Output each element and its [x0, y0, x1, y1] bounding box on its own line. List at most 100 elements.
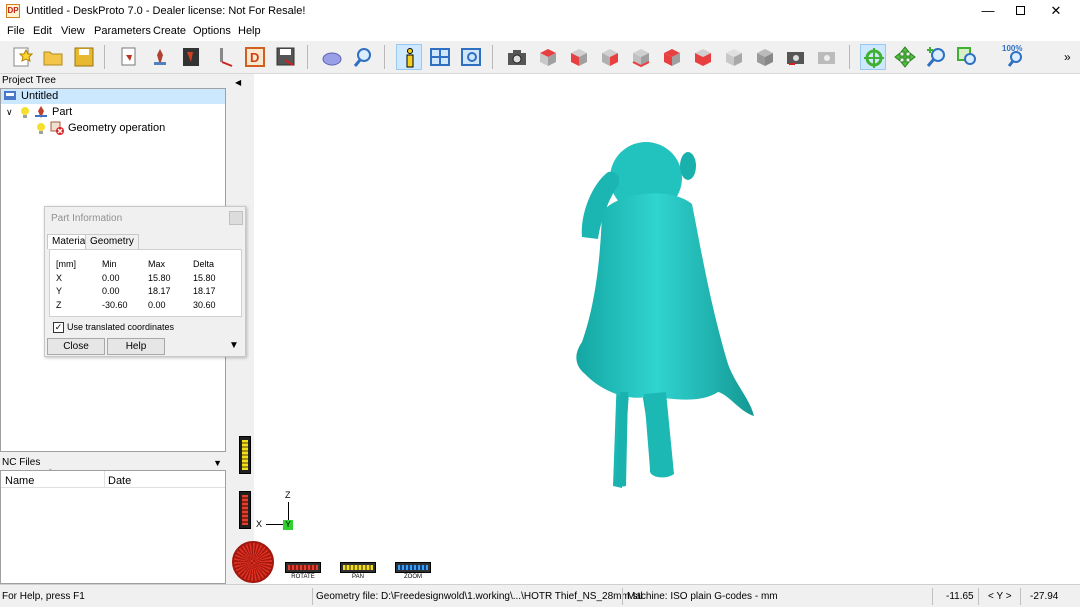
- preview-button[interactable]: [350, 44, 376, 70]
- cube-right-icon: [602, 49, 618, 66]
- operation-button[interactable]: D: [242, 44, 268, 70]
- lightbulb-icon[interactable]: [20, 106, 30, 119]
- rotate-mode-button[interactable]: [860, 44, 886, 70]
- table-cell: 0.00: [102, 286, 120, 296]
- axis-x-label: X: [256, 519, 263, 529]
- lightbulb-icon[interactable]: [36, 122, 46, 135]
- toolbar-overflow-icon[interactable]: »: [1064, 50, 1071, 64]
- column-date[interactable]: Date: [108, 475, 131, 487]
- menu-file[interactable]: File: [7, 25, 25, 37]
- view-front-button[interactable]: [566, 44, 592, 70]
- tree-item-part[interactable]: ∨ Part: [1, 105, 225, 120]
- bitmap-icon: [183, 48, 199, 66]
- nc-files-dropdown-icon[interactable]: ▼: [213, 456, 222, 470]
- view-bottom-button[interactable]: [690, 44, 716, 70]
- tree-item-label: Untitled: [21, 90, 59, 102]
- dialog-close-icon[interactable]: [229, 211, 243, 225]
- tab-geometry[interactable]: Geometry: [85, 234, 139, 249]
- next-view-button[interactable]: [814, 44, 840, 70]
- nc-files-list: Name ˇ Date: [0, 468, 226, 584]
- view-right-button[interactable]: [597, 44, 623, 70]
- status-help: For Help, press F1: [2, 591, 85, 602]
- table-header: Max: [148, 259, 166, 269]
- view-settings-button[interactable]: [458, 44, 484, 70]
- menu-options[interactable]: Options: [193, 25, 231, 37]
- title-bar: DP Untitled - DeskProto 7.0 - Dealer lic…: [0, 0, 1080, 23]
- part-icon: [154, 49, 166, 65]
- view-iso2-button[interactable]: [752, 44, 778, 70]
- load-geometry-button[interactable]: [116, 44, 142, 70]
- view-left-button[interactable]: [659, 44, 685, 70]
- camera-icon: [508, 50, 526, 65]
- cube-left-icon: [664, 49, 680, 66]
- zoom-100-button[interactable]: 100%: [1002, 44, 1028, 70]
- menu-help[interactable]: Help: [238, 25, 261, 37]
- view-top-button[interactable]: [535, 44, 561, 70]
- tool-button[interactable]: [210, 44, 236, 70]
- part-info-button[interactable]: [396, 44, 422, 70]
- new-project-button[interactable]: [9, 44, 35, 70]
- pan-bar[interactable]: [340, 562, 376, 573]
- menu-view[interactable]: View: [61, 25, 85, 37]
- pan-slider[interactable]: [239, 436, 251, 474]
- zoom-mode-button[interactable]: [923, 44, 949, 70]
- camera-forward-icon: [818, 52, 835, 64]
- maximize-button[interactable]: [1002, 0, 1038, 23]
- previous-view-button[interactable]: [783, 44, 809, 70]
- zoom-icon: [926, 47, 945, 67]
- save-project-button[interactable]: [71, 44, 97, 70]
- rotate-bar[interactable]: [285, 562, 321, 573]
- minimize-button[interactable]: —: [970, 0, 1006, 23]
- menu-edit[interactable]: Edit: [33, 25, 52, 37]
- column-name[interactable]: Name: [5, 475, 34, 487]
- info-icon: [406, 48, 414, 68]
- table-cell: 15.80: [148, 273, 171, 283]
- maximize-icon: [1015, 6, 1025, 15]
- menu-create[interactable]: Create: [153, 25, 186, 37]
- simulation-icon: [322, 52, 342, 66]
- translated-coordinates-checkbox[interactable]: ✓: [53, 322, 64, 333]
- pan-mode-button[interactable]: [892, 44, 918, 70]
- simulation-button[interactable]: [319, 44, 345, 70]
- collapse-chevron-icon[interactable]: ∨: [6, 105, 13, 120]
- rotate-dial[interactable]: [232, 541, 274, 583]
- magnifier-preview-icon: [353, 48, 371, 67]
- save-nc-button[interactable]: [273, 44, 299, 70]
- model-render: [576, 142, 754, 488]
- app-icon: DP: [6, 4, 20, 18]
- bitmap-button[interactable]: [178, 44, 204, 70]
- status-y-coordinate: -27.94: [1030, 591, 1059, 602]
- camera-back-icon: [787, 52, 804, 65]
- cube-back-icon: [632, 49, 650, 68]
- rotate-slider[interactable]: [239, 491, 251, 529]
- tree-item-project[interactable]: Untitled: [1, 89, 225, 104]
- close-button[interactable]: Close: [47, 338, 105, 355]
- close-button[interactable]: ✕: [1038, 0, 1074, 23]
- table-cell: 15.80: [193, 273, 216, 283]
- part-button[interactable]: [147, 44, 173, 70]
- status-geometry-file: Geometry file: D:\Freedesignwold\1.worki…: [316, 591, 643, 602]
- axis-z-label: Z: [285, 490, 291, 500]
- menu-parameters[interactable]: Parameters: [94, 25, 151, 37]
- project-icon: [4, 91, 16, 100]
- folder-icon: [43, 51, 63, 66]
- zoom-bar[interactable]: [395, 562, 431, 573]
- open-project-button[interactable]: [40, 44, 66, 70]
- collapse-arrow-icon[interactable]: ◀: [235, 78, 241, 87]
- zoom-window-button[interactable]: [954, 44, 980, 70]
- zoom-window-icon: [957, 47, 976, 65]
- layout-view-button[interactable]: [427, 44, 453, 70]
- view-iso-button[interactable]: [721, 44, 747, 70]
- nc-files-column-header: Name ˇ Date: [1, 468, 225, 488]
- expand-dialog-icon[interactable]: ▼: [229, 340, 239, 351]
- table-header: Min: [102, 259, 117, 269]
- tool-icon: [220, 48, 233, 67]
- cube-bottom-icon: [695, 49, 711, 66]
- camera-view-button[interactable]: [504, 44, 530, 70]
- help-button[interactable]: Help: [107, 338, 165, 355]
- view-back-button[interactable]: [628, 44, 654, 70]
- geometry-operation-icon: [50, 121, 64, 135]
- geometry-file-icon: [121, 47, 136, 66]
- 3d-viewport[interactable]: [230, 74, 1080, 584]
- tree-item-geometry-operation[interactable]: Geometry operation: [1, 121, 225, 136]
